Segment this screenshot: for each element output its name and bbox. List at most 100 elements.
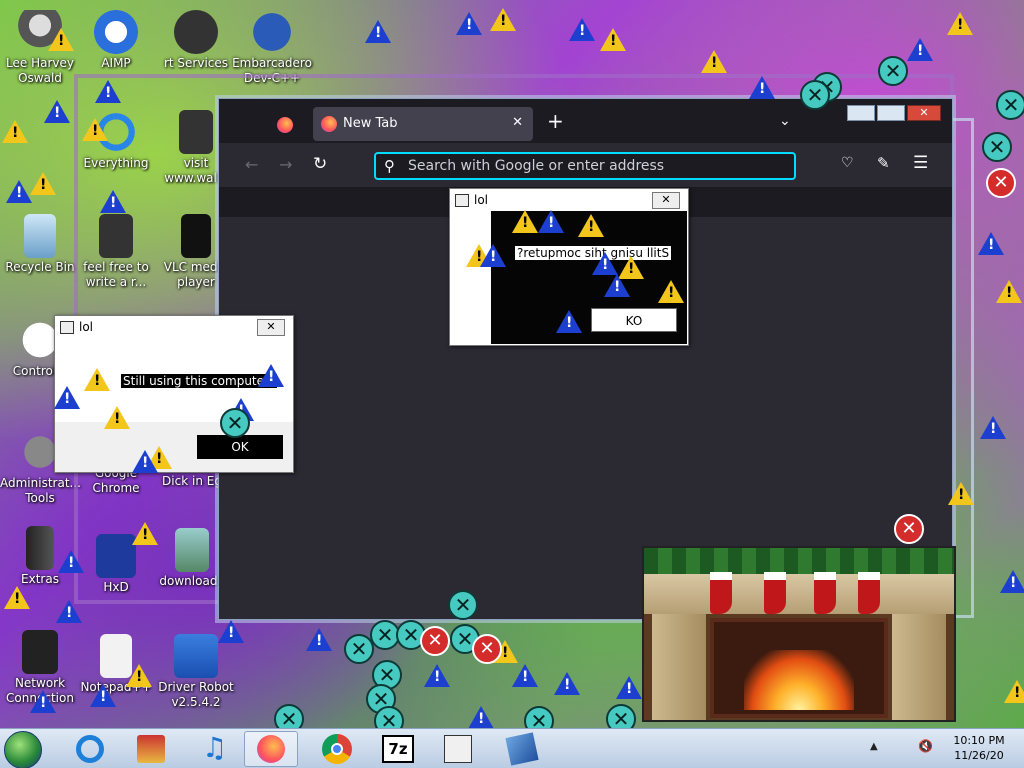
url-bar[interactable]: ⚲ Search with Google or enter address [374,152,796,180]
warning-icon [749,76,775,99]
warning-icon [512,210,538,233]
warning-icon [947,12,973,35]
fireplace-column [892,614,946,720]
new-tab-button[interactable]: + [547,109,564,133]
firefox-window[interactable]: New Tab ✕ + ⌄ ✕ ← → ↻ ⚲ Search with Goog… [218,98,953,620]
warning-icon [600,28,626,51]
recycle-bin-icon [24,214,56,258]
menu-icon[interactable]: ☰ [913,153,928,173]
clock-date: 11/26/20 [954,749,1004,762]
stocking-icon [858,572,880,614]
warning-icon [592,252,618,275]
warning-icon [6,180,32,203]
warning-icon [306,628,332,651]
reload-icon[interactable]: ↻ [313,154,327,174]
app-window-icon[interactable] [432,731,486,767]
tab-close-button[interactable]: ✕ [512,115,523,130]
warning-icon [538,210,564,233]
minimize-button[interactable] [847,105,875,121]
network-icon [22,630,58,674]
warning-icon [1004,680,1024,703]
internet-explorer-icon[interactable] [64,731,118,767]
x-circle-icon: ✕ [448,590,478,620]
forward-arrow-icon[interactable]: → [279,155,292,174]
warning-icon [58,550,84,573]
chrome-icon[interactable] [310,731,364,767]
warning-icon [978,232,1004,255]
dialog-message: Still using this computer? [121,374,278,388]
firefox-view-icon[interactable] [277,117,293,133]
fire-flames [744,650,854,710]
warning-icon [456,12,482,35]
7zip-icon[interactable]: 7z [372,731,426,767]
stocking-icon [764,572,786,614]
clock[interactable]: 10:10 PM 11/26/20 [944,733,1014,763]
warning-icon [82,118,108,141]
x-circle-icon: ✕ [996,90,1024,120]
warning-icon [30,172,56,195]
warning-icon [996,280,1022,303]
x-error-icon: ✕ [894,514,924,544]
warning-icon [701,50,727,73]
desktop-icon-recycle-bin[interactable]: Recycle Bin [0,214,80,275]
tab-title: New Tab [343,116,398,131]
virtualbox-icon[interactable] [496,731,550,767]
x-circle-icon: ✕ [878,56,908,86]
ok-button[interactable]: OK [197,435,283,459]
back-arrow-icon[interactable]: ← [245,155,258,174]
start-orb-icon[interactable] [4,731,42,768]
warning-icon [84,368,110,391]
dialog-close-button[interactable]: ✕ [257,319,285,336]
url-placeholder: Search with Google or enter address [408,158,665,174]
warning-icon [4,586,30,609]
x-error-icon: ✕ [420,626,450,656]
maximize-button[interactable] [877,105,905,121]
search-icon: ⚲ [384,157,395,175]
desktop-icon-services[interactable]: rt Services [156,10,236,71]
gallery-icon[interactable] [124,731,178,767]
warning-icon [480,244,506,267]
warning-icon [980,416,1006,439]
volume-muted-icon[interactable]: 🔇 [918,739,934,755]
warning-icon [569,18,595,41]
firefox-icon[interactable] [244,731,298,767]
warning-icon [95,80,121,103]
warning-icon [30,690,56,713]
extensions-icon[interactable]: ✎ [877,154,890,172]
warning-icon [658,280,684,303]
desktop-icon-aimp[interactable]: AIMP [76,10,156,71]
pocket-icon[interactable]: ♡ [841,155,854,171]
garland-decoration [644,548,954,574]
warning-icon [54,386,80,409]
x-error-icon: ✕ [986,168,1016,198]
x-circle-icon: ✕ [982,132,1012,162]
warning-icon [126,664,152,687]
warning-icon [1000,570,1024,593]
warning-icon [44,100,70,123]
warning-icon [104,406,130,429]
x-error-icon: ✕ [472,634,502,664]
music-icon[interactable]: ♫ [184,731,238,767]
tray-arrow-icon[interactable]: ▲ [870,741,878,752]
warning-icon [512,664,538,687]
fireplace-column [652,614,706,720]
warning-icon [556,310,582,333]
close-window-button[interactable]: ✕ [907,105,941,121]
taskbar: ♫ 7z ▲ 🔇 10:10 PM 11/26/20 [0,728,1024,768]
warning-icon [948,482,974,505]
dialog-footer: OK [55,422,293,472]
warning-icon [56,600,82,623]
aimp-icon [94,10,138,54]
ko-button[interactable]: KO [591,308,677,332]
warning-icon [604,274,630,297]
tab-new-tab[interactable]: New Tab ✕ [313,107,533,141]
fireplace-animation-window[interactable] [642,546,956,722]
warning-icon [48,28,74,51]
dialog-close-button[interactable]: ✕ [652,192,680,209]
warning-icon [578,214,604,237]
warning-icon [468,706,494,729]
list-tabs-chevron-icon[interactable]: ⌄ [779,113,791,129]
desktop-icon-driver-robot[interactable]: Driver Robot v2.5.4.2 [156,634,236,710]
devcpp-icon [250,10,294,54]
warning-icon [490,8,516,31]
